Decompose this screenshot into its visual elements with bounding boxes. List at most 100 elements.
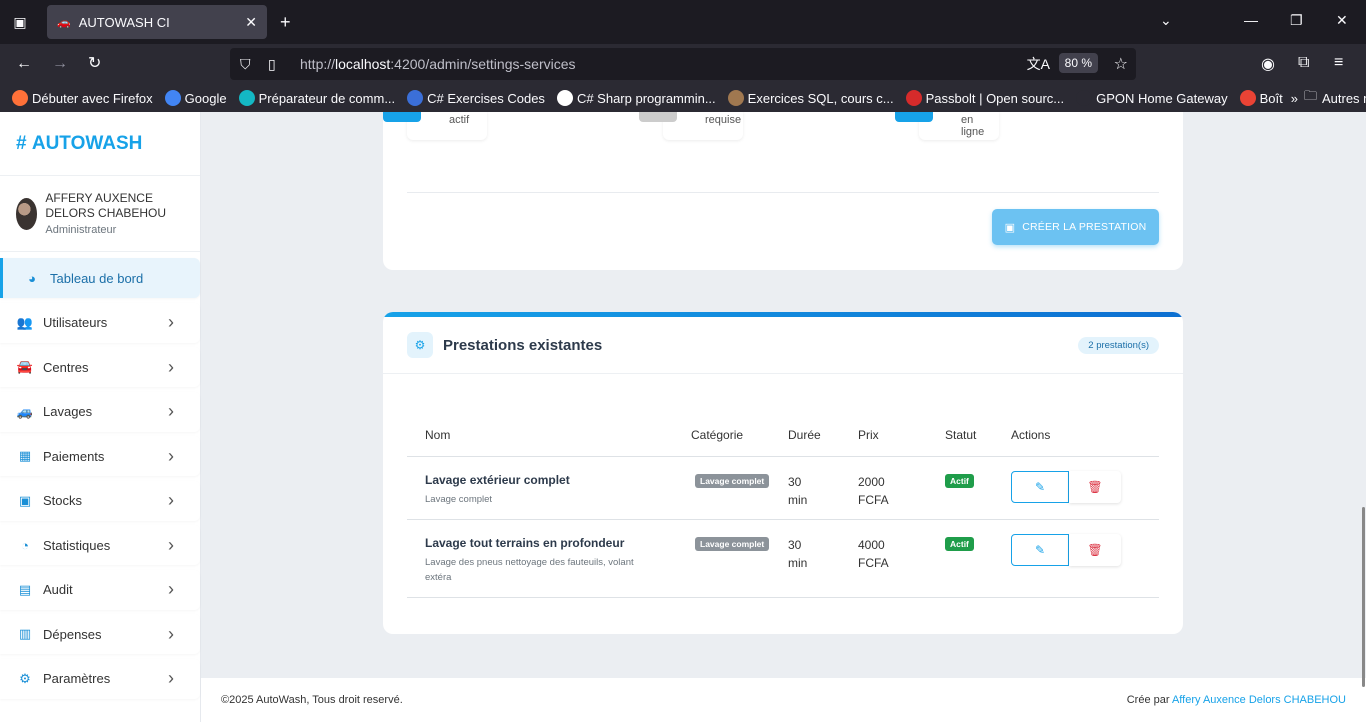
chevron-right-icon: › xyxy=(168,312,174,332)
category-cell: Lavage complet xyxy=(677,456,788,520)
bookmark-label: Exercices SQL, cours c... xyxy=(747,90,894,106)
passbolt-icon xyxy=(905,90,922,106)
save-icon: ▣ xyxy=(1004,221,1016,234)
option-online[interactable]: en ligne xyxy=(895,112,999,140)
bookmark-item[interactable]: GPON Home Gateway xyxy=(1076,90,1228,106)
sidebar-item-statistiques[interactable]: ◔ Statistiques › xyxy=(0,525,200,565)
menu-icon[interactable]: ≡ xyxy=(1334,54,1343,72)
back-icon[interactable]: ← xyxy=(16,54,32,74)
sidebar-item-label: Paiements xyxy=(43,448,105,464)
price-unit: FCFA xyxy=(858,555,889,570)
other-bookmarks-folder[interactable]: 🗀 Autres marque-pages xyxy=(1304,87,1366,109)
service-form-card: actif requise en ligne ▣ CRÉER LA PRESTA… xyxy=(383,112,1183,270)
close-tab-icon[interactable]: ✕ xyxy=(245,14,257,31)
clipboard-check-icon: ▤ xyxy=(18,581,32,597)
hash-icon: # xyxy=(16,132,27,154)
bookmark-star-icon[interactable]: ☆ xyxy=(1114,54,1128,74)
tab-title: AUTOWASH CI xyxy=(78,14,170,30)
gmail-icon xyxy=(1239,90,1256,106)
duration-unit: min xyxy=(788,555,808,570)
sidebar-item-label: Audit xyxy=(43,582,73,597)
footer: ©2025 AutoWash, Tous droit reservé. Crée… xyxy=(201,678,1366,722)
footer-credit: Crée par Affery Auxence Delors CHABEHOU xyxy=(1126,694,1346,706)
cog-icon: ⚙ xyxy=(407,332,433,358)
url-text[interactable]: http://localhost:4200/admin/settings-ser… xyxy=(300,56,576,72)
translate-icon[interactable]: 文A xyxy=(1027,54,1050,74)
bookmark-item[interactable]: Google xyxy=(164,90,227,106)
delete-button[interactable]: 🗑 xyxy=(1069,533,1121,566)
name-cell: Lavage tout terrains en profondeur Lavag… xyxy=(407,519,677,598)
option-label: en ligne xyxy=(961,114,985,138)
sidebar-item-tableau-de-bord[interactable]: ◕ Tableau de bord xyxy=(0,258,200,298)
forward-icon[interactable]: → xyxy=(52,54,68,74)
page-icon: ▯ xyxy=(268,55,276,72)
status-cell: Actif xyxy=(945,456,1011,520)
sidebar-item-paiements[interactable]: ▦ Paiements › xyxy=(0,436,200,476)
sidebar-item-lavages[interactable]: 🚙 Lavages › xyxy=(0,392,200,432)
edit-button[interactable]: ✎ xyxy=(1011,470,1069,503)
sidebar-item-centres[interactable]: 🚘 Centres › xyxy=(0,347,200,387)
services-title: Prestations existantes xyxy=(443,336,603,354)
bookmark-label: Google xyxy=(184,90,227,106)
sidebar-menu: ◕ Tableau de bord 👥 Utilisateurs › 🚘 Centres › 🚙… xyxy=(0,252,200,699)
google-icon xyxy=(164,90,181,106)
brand-logo[interactable]: # AUTOWASH xyxy=(0,112,200,176)
page-scrollbar[interactable] xyxy=(1362,507,1365,687)
folder-icon: 🗀 xyxy=(1303,88,1317,103)
chevron-right-icon: › xyxy=(168,623,174,644)
services-header: ⚙ Prestations existantes 2 prestation(s) xyxy=(383,317,1183,374)
toggle-switch[interactable] xyxy=(639,112,677,122)
service-description: Lavage complet xyxy=(425,493,493,505)
bookmark-label: Boît xyxy=(1259,90,1283,106)
zoom-level[interactable]: 80 % xyxy=(1058,53,1098,73)
close-window-icon[interactable]: ✕ xyxy=(1336,12,1348,29)
option-required[interactable]: requise xyxy=(639,112,743,140)
category-badge: Lavage complet xyxy=(695,473,770,488)
col-name: Nom xyxy=(407,414,677,457)
sidebar-item-audit[interactable]: ▤ Audit › xyxy=(0,570,200,610)
user-profile: AFFERY AUXENCE DELORS CHABEHOU Administr… xyxy=(0,176,200,252)
toggle-switch[interactable] xyxy=(383,112,421,122)
edit-button[interactable]: ✎ xyxy=(1011,533,1069,566)
option-active[interactable]: actif xyxy=(383,112,487,140)
firefox-icon xyxy=(12,90,28,106)
bookmark-item[interactable]: Boît xyxy=(1239,90,1283,106)
chevron-down-icon[interactable]: ⌄ xyxy=(1160,12,1172,29)
shield-icon[interactable]: ⛉ xyxy=(240,56,258,73)
tab-list-icon[interactable]: ▣ xyxy=(10,12,30,32)
bookmark-item[interactable]: Passbolt | Open sourc... xyxy=(905,90,1064,106)
restore-icon[interactable]: ❐ xyxy=(1290,12,1303,29)
car-wash-icon: 🚙 xyxy=(16,403,34,419)
sidebar-item-stocks[interactable]: ▣ Stocks › xyxy=(0,481,200,521)
bookmark-item[interactable]: C# Exercises Codes xyxy=(407,90,545,106)
sidebar-item-utilisateurs[interactable]: 👥 Utilisateurs › xyxy=(0,303,200,343)
more-bookmarks-icon[interactable]: » xyxy=(1291,91,1298,106)
chevron-right-icon: › xyxy=(168,401,174,421)
create-service-button[interactable]: ▣ CRÉER LA PRESTATION xyxy=(992,209,1159,245)
sidebar-item-parametres[interactable]: ⚙ Paramètres › xyxy=(0,659,200,699)
browser-tab[interactable]: 🚗 AUTOWASH CI ✕ xyxy=(47,5,267,39)
minimize-icon[interactable]: — xyxy=(1244,12,1258,28)
chevron-right-icon: › xyxy=(168,356,174,377)
user-role: Administrateur xyxy=(45,224,117,236)
bookmark-item[interactable]: C# Sharp programmin... xyxy=(556,90,716,106)
new-tab-icon[interactable]: + xyxy=(280,12,291,32)
author-link[interactable]: Affery Auxence Delors CHABEHOU xyxy=(1172,694,1346,706)
globe-icon xyxy=(1076,90,1093,106)
account-icon[interactable]: ◉ xyxy=(1261,54,1275,74)
app-root: # AUTOWASH AFFERY AUXENCE DELORS CHABEHO… xyxy=(0,112,1366,722)
delete-button[interactable]: 🗑 xyxy=(1069,470,1121,503)
bookmark-label: C# Sharp programmin... xyxy=(576,90,716,106)
car-icon: 🚘 xyxy=(16,359,34,374)
sidebar-item-depenses[interactable]: ▥ Dépenses › xyxy=(0,614,200,654)
service-description: Lavage des pneus nettoyage des fauteuils… xyxy=(425,556,634,583)
bookmark-item[interactable]: Débuter avec Firefox xyxy=(12,90,153,106)
toggle-switch[interactable] xyxy=(895,112,933,122)
bookmark-item[interactable]: Exercices SQL, cours c... xyxy=(727,90,894,106)
address-bar[interactable]: ⛉ ▯ http://localhost:4200/admin/settings… xyxy=(230,48,1136,80)
bookmark-item[interactable]: Préparateur de comm... xyxy=(238,90,395,106)
extensions-icon[interactable]: ⧉ xyxy=(1298,54,1309,72)
divider xyxy=(407,192,1159,193)
col-actions: Actions xyxy=(1011,414,1159,457)
reload-icon[interactable]: ↻ xyxy=(88,54,101,74)
